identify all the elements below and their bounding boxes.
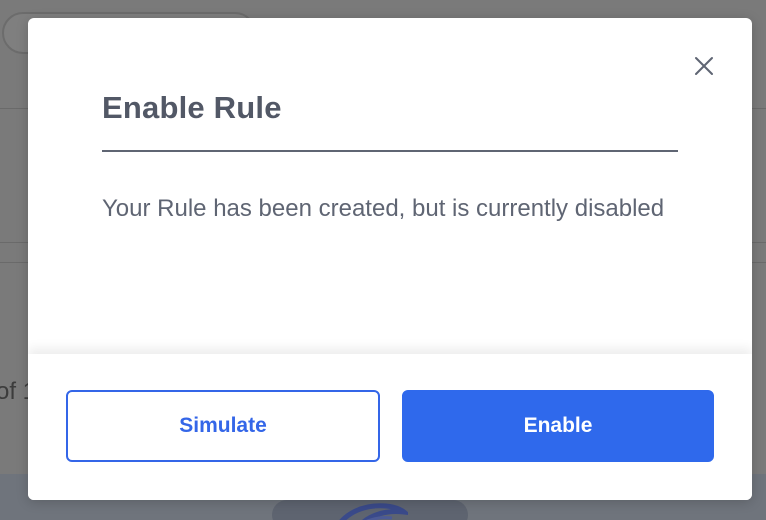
dialog-title: Enable Rule [102, 90, 282, 125]
simulate-button[interactable]: Simulate [66, 390, 380, 462]
enable-button[interactable]: Enable [402, 390, 714, 462]
close-icon [695, 57, 713, 75]
close-button[interactable] [688, 50, 720, 82]
dialog-message: Your Rule has been created, but is curre… [102, 195, 665, 222]
background-logo-icon [339, 503, 408, 520]
title-divider [102, 150, 678, 152]
dialog-footer: Simulate Enable [28, 354, 752, 500]
enable-rule-dialog: Enable Rule Your Rule has been created, … [28, 18, 752, 500]
